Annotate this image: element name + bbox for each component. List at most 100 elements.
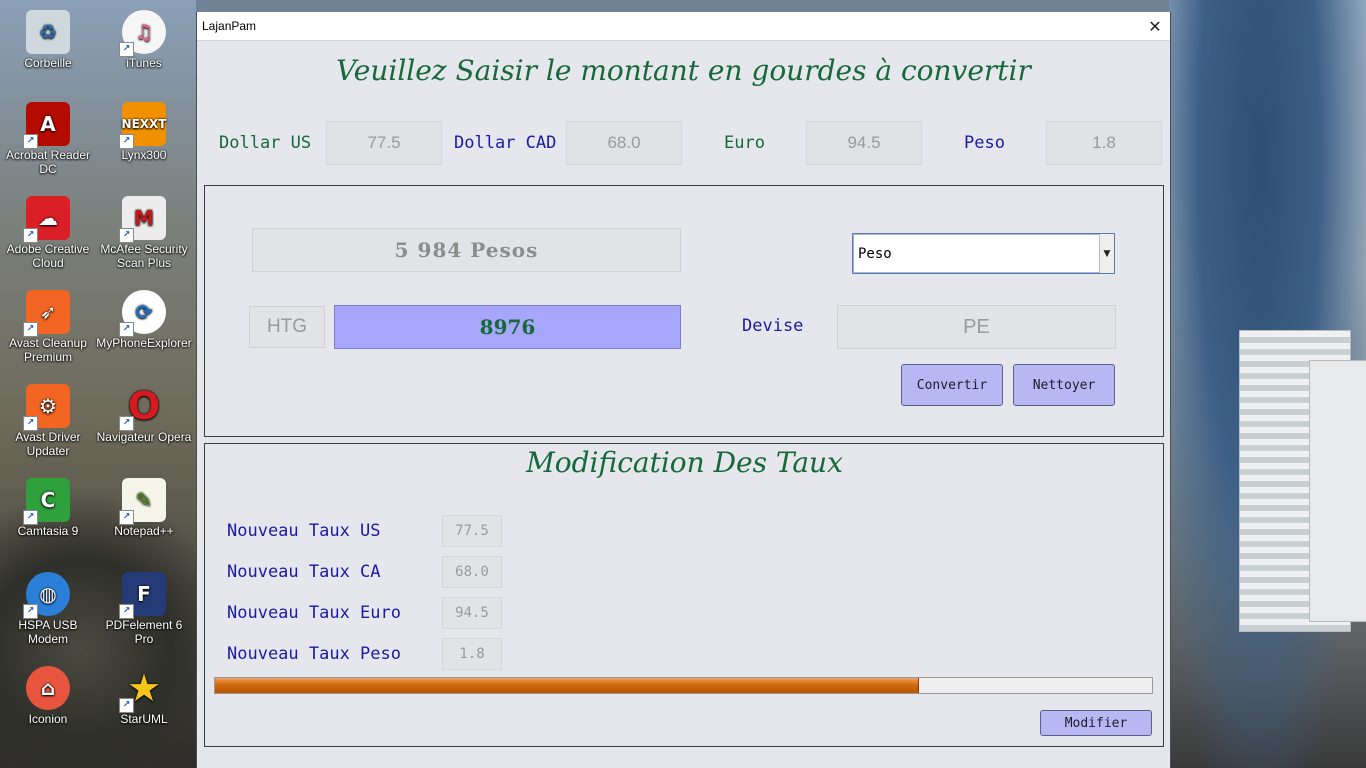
driver-icon: ⚙ ↗ <box>23 384 70 431</box>
desktop-icon-label: Notepad++ <box>114 524 174 538</box>
notepad-icon: ✎ ↗ <box>119 478 166 525</box>
desktop-icon-avast-driver[interactable]: ⚙ ↗ Avast Driver Updater <box>0 384 96 458</box>
desktop-icon-myphoneexplorer[interactable]: ⟳ ↗ MyPhoneExplorer <box>96 290 192 350</box>
title-bar[interactable]: LajanPam ✕ <box>197 12 1170 41</box>
new-rate-label-us: Nouveau Taux US <box>227 521 381 541</box>
amount-input[interactable]: 8976 <box>334 305 681 349</box>
shortcut-arrow-icon: ↗ <box>119 42 134 57</box>
home-icon: ⌂ <box>26 666 70 710</box>
pdfelement-icon: F ↗ <box>119 572 166 619</box>
wallpaper-building <box>1309 360 1366 622</box>
desktop-icon-mcafee[interactable]: M ↗ McAfee Security Scan Plus <box>96 196 192 270</box>
desktop-icon-label: PDFelement 6 Pro <box>105 618 183 646</box>
globe-icon: ◍ ↗ <box>23 572 70 619</box>
progress-bar <box>214 677 1153 694</box>
new-rate-input-us[interactable]: 77.5 <box>442 515 502 547</box>
rate-value-peso: 1.8 <box>1046 121 1162 165</box>
currency-select-value: Peso <box>858 245 892 262</box>
acrobat-icon: A ↗ <box>23 102 70 149</box>
desktop-icon-hspa-modem[interactable]: ◍ ↗ HSPA USB Modem <box>0 572 96 646</box>
convert-button[interactable]: Convertir <box>901 364 1003 406</box>
desktop-icon-label: Avast Cleanup Premium <box>9 336 87 364</box>
desktop-icon-label: HSPA USB Modem <box>18 618 78 646</box>
shortcut-arrow-icon: ↗ <box>23 134 38 149</box>
new-rate-label-ca: Nouveau Taux CA <box>227 562 381 582</box>
modify-button[interactable]: Modifier <box>1040 710 1152 736</box>
chevron-down-icon[interactable]: ▼ <box>1099 234 1114 273</box>
source-currency-label: HTG <box>249 306 325 348</box>
desktop-icon-pdfelement[interactable]: F ↗ PDFelement 6 Pro <box>96 572 192 646</box>
itunes-icon: ♫ ↗ <box>119 10 166 57</box>
desktop-icon-opera[interactable]: O ↗ Navigateur Opera <box>96 384 192 444</box>
desktop-icon-iconion[interactable]: ⌂ Iconion <box>0 666 96 726</box>
mcafee-icon: M ↗ <box>119 196 166 243</box>
desktop-wallpaper-right <box>1169 0 1366 768</box>
clear-button[interactable]: Nettoyer <box>1013 364 1115 406</box>
desktop-icon-label: Acrobat Reader DC <box>5 148 91 176</box>
converter-panel: 5 984 Pesos Peso ▼ HTG 8976 Devise PE Co… <box>204 185 1164 437</box>
shortcut-arrow-icon: ↗ <box>23 510 38 525</box>
rocket-icon: ➶ ↗ <box>23 290 70 337</box>
desktop-icon-label: StarUML <box>120 712 168 726</box>
desktop-icon-label: Navigateur Opera <box>96 430 192 444</box>
shortcut-arrow-icon: ↗ <box>23 416 38 431</box>
opera-icon: O ↗ <box>119 384 166 431</box>
star-icon: ★ ↗ <box>119 666 166 713</box>
desktop-icon-label: Adobe Creative Cloud <box>6 242 90 270</box>
new-rate-label-euro: Nouveau Taux Euro <box>227 603 401 623</box>
shortcut-arrow-icon: ↗ <box>23 228 38 243</box>
rate-label-euro: Euro <box>724 133 765 153</box>
rate-label-usd: Dollar US <box>219 133 312 153</box>
devise-label: Devise <box>742 316 804 336</box>
desktop-icon-avast-cleanup[interactable]: ➶ ↗ Avast Cleanup Premium <box>0 290 96 364</box>
desktop-icon-label: MyPhoneExplorer <box>96 336 192 350</box>
recycle-bin-icon: ♻ <box>26 10 70 54</box>
desktop-icon-label: Iconion <box>28 712 68 726</box>
app-window: LajanPam ✕ Veuillez Saisir le montant en… <box>196 12 1171 768</box>
shortcut-arrow-icon: ↗ <box>119 604 134 619</box>
new-rate-input-ca[interactable]: 68.0 <box>442 556 502 588</box>
desktop-icon-recycle-bin[interactable]: ♻ Corbeille <box>0 10 96 70</box>
desktop-icon-camtasia[interactable]: C ↗ Camtasia 9 <box>0 478 96 538</box>
rates-modification-panel: Modification Des Taux Nouveau Taux US 77… <box>204 443 1164 747</box>
new-rate-label-peso: Nouveau Taux Peso <box>227 644 401 664</box>
shortcut-arrow-icon: ↗ <box>119 134 134 149</box>
shortcut-arrow-icon: ↗ <box>119 228 134 243</box>
desktop-icon-label: Corbeille <box>24 56 72 70</box>
shortcut-arrow-icon: ↗ <box>119 322 134 337</box>
rate-value-cad: 68.0 <box>566 121 682 165</box>
close-icon[interactable]: ✕ <box>1140 17 1170 36</box>
progress-bar-fill <box>215 678 919 693</box>
new-rate-input-euro[interactable]: 94.5 <box>442 597 502 629</box>
desktop-icon-notepadpp[interactable]: ✎ ↗ Notepad++ <box>96 478 192 538</box>
desktop-icon-creative-cloud[interactable]: ☁ ↗ Adobe Creative Cloud <box>0 196 96 270</box>
rate-value-usd: 77.5 <box>326 121 442 165</box>
shortcut-arrow-icon: ↗ <box>119 510 134 525</box>
page-title: Veuillez Saisir le montant en gourdes à … <box>336 54 1031 87</box>
camtasia-icon: C ↗ <box>23 478 70 525</box>
rate-value-euro: 94.5 <box>806 121 922 165</box>
desktop-icon-acrobat[interactable]: A ↗ Acrobat Reader DC <box>0 102 96 176</box>
desktop-icon-label: Avast Driver Updater <box>15 430 81 458</box>
rate-label-cad: Dollar CAD <box>454 133 557 153</box>
devise-code-field: PE <box>837 305 1116 349</box>
desktop-icon-label: Lynx300 <box>121 148 167 162</box>
window-title: LajanPam <box>202 19 257 33</box>
rate-label-peso: Peso <box>964 133 1005 153</box>
desktop-icon-label: McAfee Security Scan Plus <box>100 242 188 270</box>
shortcut-arrow-icon: ↗ <box>119 416 134 431</box>
desktop-icon-label: Camtasia 9 <box>17 524 79 538</box>
desktop-icon-label: iTunes <box>126 56 162 70</box>
section-title: Modification Des Taux <box>526 446 843 479</box>
shortcut-arrow-icon: ↗ <box>23 604 38 619</box>
conversion-result: 5 984 Pesos <box>252 228 681 272</box>
nexxt-icon: NEXXT ↗ <box>119 102 166 149</box>
shortcut-arrow-icon: ↗ <box>23 322 38 337</box>
desktop-icon-itunes[interactable]: ♫ ↗ iTunes <box>96 10 192 70</box>
currency-select[interactable]: Peso ▼ <box>852 233 1115 274</box>
desktop-icon-lynx300[interactable]: NEXXT ↗ Lynx300 <box>96 102 192 162</box>
creative-cloud-icon: ☁ ↗ <box>23 196 70 243</box>
new-rate-input-peso[interactable]: 1.8 <box>442 638 502 670</box>
shortcut-arrow-icon: ↗ <box>119 698 134 713</box>
desktop-icon-staruml[interactable]: ★ ↗ StarUML <box>96 666 192 726</box>
